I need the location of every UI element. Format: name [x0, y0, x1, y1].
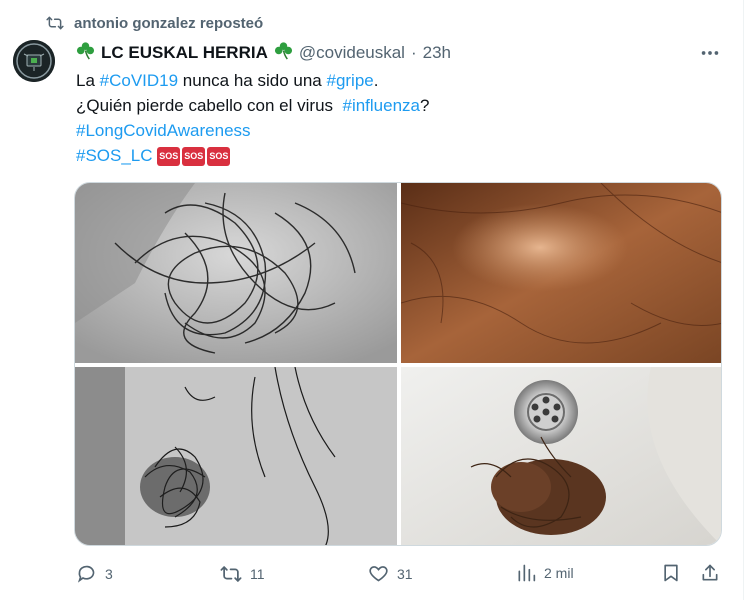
- text-segment: nunca ha sido una: [178, 71, 327, 90]
- text-segment: La: [76, 71, 100, 90]
- view-count: 2 mil: [544, 565, 574, 581]
- text-segment: .: [373, 71, 379, 90]
- heart-icon: [368, 563, 389, 584]
- author-handle[interactable]: @covideuskal: [299, 43, 405, 63]
- hashtag-link[interactable]: #CoVID19: [100, 71, 178, 90]
- author-name[interactable]: LC EUSKAL HERRIA: [101, 43, 268, 63]
- sos-emoji-icon: SOS: [207, 147, 231, 166]
- tweet-text: La #CoVID19 nunca ha sido una #gripe. ¿Q…: [76, 68, 429, 168]
- timestamp[interactable]: 23h: [423, 43, 451, 63]
- tweet-card[interactable]: antonio gonzalez reposteó LC EUSKAL HERR…: [0, 0, 744, 600]
- shamrock-icon: [76, 41, 95, 65]
- tweet-header: LC EUSKAL HERRIA @covideuskal · 23h: [76, 41, 451, 65]
- share-button[interactable]: [700, 563, 720, 583]
- hashtag-link[interactable]: #influenza: [342, 96, 420, 115]
- repost-indicator: antonio gonzalez reposteó: [46, 14, 263, 32]
- sos-emoji-icon: SOS: [182, 147, 206, 166]
- reply-icon: [76, 563, 97, 584]
- sos-emoji-icon: SOS: [157, 147, 181, 166]
- repost-button[interactable]: 11: [220, 563, 265, 585]
- retweet-icon: [220, 563, 242, 585]
- text-segment: ?: [420, 96, 430, 115]
- repost-count: 11: [250, 566, 265, 582]
- like-count: 31: [397, 565, 413, 582]
- media-image[interactable]: [401, 183, 721, 363]
- media-grid[interactable]: [74, 182, 722, 546]
- views-button[interactable]: 2 mil: [516, 563, 574, 583]
- hashtag-link[interactable]: #gripe: [326, 71, 373, 90]
- media-image[interactable]: [75, 183, 397, 363]
- avatar[interactable]: [13, 40, 55, 82]
- retweet-icon: [46, 14, 64, 32]
- like-button[interactable]: 31: [368, 563, 413, 584]
- reply-button[interactable]: 3: [76, 563, 113, 584]
- action-bar: 3 11 31 2 mil: [0, 563, 744, 591]
- bookmark-icon: [661, 563, 681, 583]
- hashtag-link[interactable]: #LongCovidAwareness: [76, 121, 251, 140]
- reply-count: 3: [105, 565, 113, 582]
- repost-text[interactable]: antonio gonzalez reposteó: [74, 15, 263, 32]
- hashtag-link[interactable]: #SOS_LC: [76, 146, 153, 165]
- text-segment: ¿Quién pierde cabello con el virus: [76, 96, 343, 115]
- share-icon: [700, 563, 720, 583]
- more-options-icon[interactable]: [699, 42, 721, 69]
- analytics-icon: [516, 563, 536, 583]
- shamrock-icon: [274, 41, 293, 65]
- bookmark-button[interactable]: [661, 563, 681, 583]
- separator-dot: ·: [410, 43, 417, 62]
- media-image[interactable]: [75, 367, 397, 545]
- media-image[interactable]: [401, 367, 721, 545]
